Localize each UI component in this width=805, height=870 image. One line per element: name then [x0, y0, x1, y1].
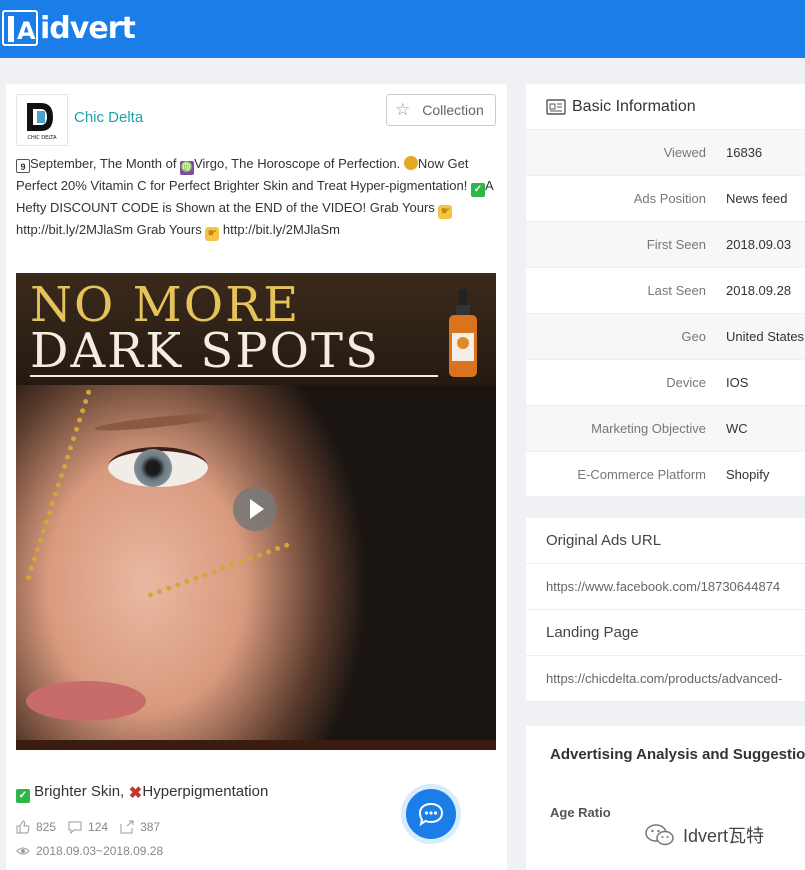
info-label: Device	[666, 375, 706, 390]
thumbs-up-icon	[16, 820, 30, 834]
play-icon[interactable]	[233, 487, 277, 531]
info-value: News feed	[726, 191, 788, 206]
cross-emoji-icon: ✖	[128, 785, 143, 802]
info-value: United States	[726, 329, 805, 344]
info-row-device: Device IOS	[526, 360, 805, 406]
date-range: 2018.09.03~2018.09.28	[36, 844, 164, 858]
comments-count: 124	[88, 820, 109, 834]
pointing-hand-emoji-icon: ☛	[438, 205, 453, 219]
zipper-left	[25, 389, 92, 581]
ad-text-2: Virgo, The Horoscope of Perfection.	[194, 156, 404, 171]
logo-mark: A	[2, 10, 38, 46]
video-banner: NO MORE DARK SPOTS	[16, 273, 496, 385]
wechat-watermark: Idvert瓦特	[645, 822, 764, 848]
medal-emoji-icon	[403, 156, 418, 170]
top-bar: A idvert	[0, 0, 805, 58]
analysis-title: Advertising Analysis and Suggestions	[550, 746, 805, 763]
info-card-icon	[546, 98, 566, 115]
info-label: Geo	[681, 329, 706, 344]
analysis-panel: Advertising Analysis and Suggestions Age…	[526, 726, 805, 870]
eye-icon	[16, 847, 30, 855]
idvert-logo[interactable]: A idvert	[2, 8, 136, 48]
info-label: Marketing Objective	[591, 421, 706, 436]
info-value: Shopify	[726, 467, 770, 482]
ad-caption: ✓ Brighter Skin, ✖Hyperpigmentation	[16, 783, 268, 803]
iris	[134, 449, 172, 487]
check-emoji-icon: ✓	[16, 789, 30, 803]
virgo-emoji-icon: ♍	[180, 161, 195, 175]
brand-name[interactable]: Chic Delta	[74, 109, 143, 126]
headline-underline	[30, 375, 438, 377]
caption-text-1: Brighter Skin,	[34, 783, 129, 800]
brand-logo-icon: CHIC DELTA	[27, 103, 58, 141]
ad-text-5[interactable]: http://bit.ly/2MJlaSm Grab Yours	[16, 222, 205, 237]
shares-stat: 387	[120, 820, 160, 834]
basic-info-panel: Basic Information Viewed 16836 Ads Positi…	[526, 84, 805, 498]
serum-bottle-icon	[449, 289, 477, 377]
info-value: IOS	[726, 375, 749, 390]
ad-text-6[interactable]: http://bit.ly/2MJlaSm	[219, 222, 340, 237]
info-row-ads-position: Ads Position News feed	[526, 176, 805, 222]
collection-button[interactable]: ☆ Collection	[386, 94, 496, 126]
svg-text:CHIC DELTA: CHIC DELTA	[28, 135, 58, 141]
ad-video[interactable]: NO MORE DARK SPOTS	[16, 273, 496, 750]
pointing-hand-emoji-icon: ☛	[205, 227, 220, 241]
wechat-icon	[645, 824, 674, 846]
ad-card: CHIC DELTA Chic Delta ☆ Collection 9 Sept…	[6, 84, 507, 870]
info-row-viewed: Viewed 16836	[526, 130, 805, 176]
age-ratio-label: Age Ratio	[550, 805, 611, 820]
info-label: First Seen	[646, 237, 706, 252]
check-emoji-icon: ✓	[470, 183, 485, 197]
info-row-last-seen: Last Seen 2018.09.28	[526, 268, 805, 314]
info-value: WC	[726, 421, 748, 436]
info-row-ecommerce-platform: E-Commerce Platform Shopify	[526, 452, 805, 498]
basic-info-header: Basic Information	[526, 84, 805, 130]
likes-stat: 825	[16, 820, 56, 834]
info-value: 2018.09.03	[726, 237, 792, 252]
caption-text-2: Hyperpigmentation	[142, 783, 269, 800]
urls-panel: Original Ads URL https://www.facebook.co…	[526, 518, 805, 702]
landing-page-title: Landing Page	[526, 610, 805, 656]
zipper-right	[147, 541, 290, 599]
info-label: Ads Position	[633, 191, 706, 206]
info-row-marketing-objective: Marketing Objective WC	[526, 406, 805, 452]
collection-label: Collection	[422, 102, 484, 118]
engagement-stats: 825 124 387	[16, 820, 172, 834]
video-bottom-bar	[16, 740, 496, 750]
chat-bubble-icon	[418, 802, 444, 826]
info-value: 16836	[726, 145, 763, 160]
date-range-row: 2018.09.03~2018.09.28	[16, 844, 163, 858]
info-label: Viewed	[663, 145, 706, 160]
logo-text: idvert	[40, 10, 136, 46]
likes-count: 825	[36, 820, 57, 834]
comments-stat: 124	[68, 820, 108, 834]
ad-text-1: September, The Month of	[30, 156, 181, 171]
basic-info-rows: Viewed 16836 Ads Position News feed First …	[526, 130, 805, 498]
watermark-text: Idvert瓦特	[683, 826, 765, 846]
original-ads-url-title: Original Ads URL	[526, 518, 805, 564]
headline-line-2: DARK SPOTS	[30, 323, 380, 379]
original-ads-url-link[interactable]: https://www.facebook.com/18730644874	[526, 564, 805, 610]
brand-avatar[interactable]: CHIC DELTA	[16, 94, 68, 146]
info-label: E-Commerce Platform	[577, 467, 706, 482]
info-row-geo: Geo United States	[526, 314, 805, 360]
brow	[93, 410, 225, 434]
info-label: Last Seen	[647, 283, 706, 298]
calendar-emoji-icon: 9	[16, 159, 30, 173]
comment-icon	[68, 821, 82, 834]
share-icon	[120, 820, 134, 834]
chat-button[interactable]	[401, 784, 461, 844]
ad-copy: 9 September, The Month of ♍Virgo, The Hor…	[16, 153, 496, 241]
info-value: 2018.09.28	[726, 283, 792, 298]
star-icon: ☆	[395, 100, 411, 119]
basic-info-title: Basic Information	[572, 97, 696, 115]
landing-page-link[interactable]: https://chicdelta.com/products/advanced-	[526, 656, 805, 702]
lips	[26, 681, 146, 721]
info-row-first-seen: First Seen 2018.09.03	[526, 222, 805, 268]
face-image	[16, 385, 496, 740]
shares-count: 387	[140, 820, 161, 834]
